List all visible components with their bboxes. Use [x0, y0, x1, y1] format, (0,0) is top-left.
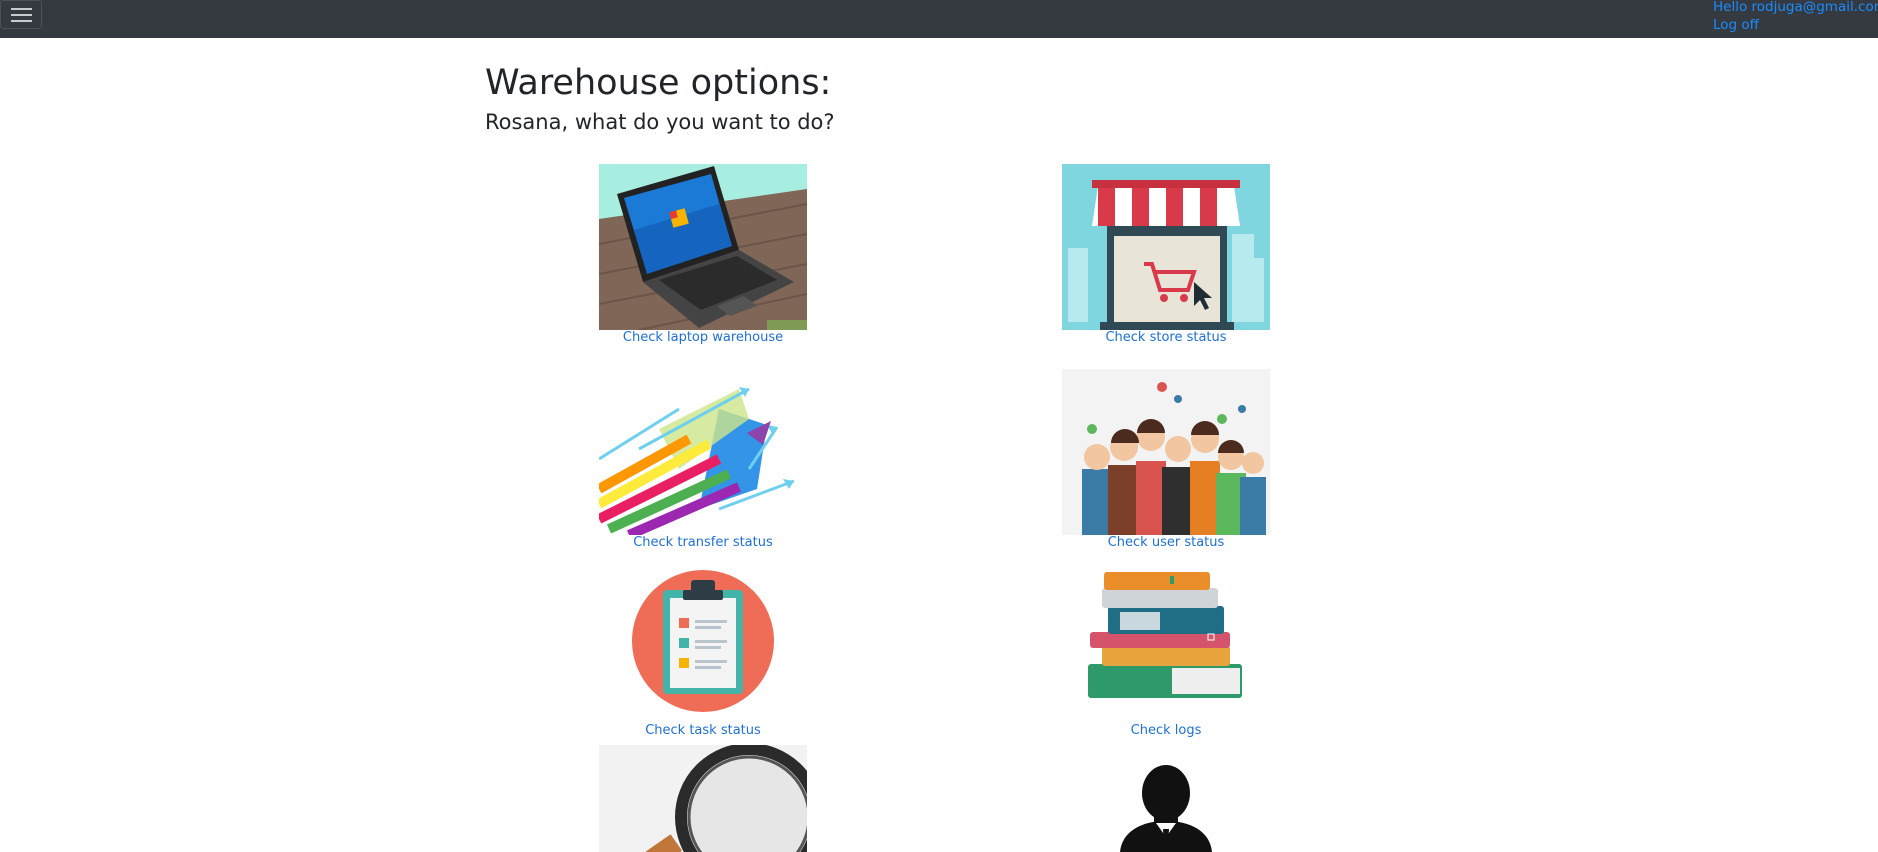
page-title: Warehouse options:	[485, 63, 832, 103]
option-transfer-status[interactable]: Check transfer status	[599, 369, 807, 550]
user-menu: Hello rodjuga@gmail.com! Log off	[1713, 0, 1878, 34]
account-link[interactable]: Hello rodjuga@gmail.com!	[1713, 0, 1878, 16]
transfer-arrows-image	[599, 369, 807, 535]
option-laptop-warehouse[interactable]: Check laptop warehouse	[599, 164, 807, 345]
page-subtitle: Rosana, what do you want to do?	[485, 110, 835, 134]
menu-toggle-button[interactable]	[0, 0, 42, 29]
hamburger-icon	[11, 8, 32, 10]
option-label[interactable]: Check logs	[1022, 723, 1310, 738]
laptop-image	[599, 164, 807, 330]
magnifier-image	[599, 745, 807, 852]
users-group-image	[1062, 369, 1270, 535]
option-user-status[interactable]: Check user status	[1062, 369, 1270, 550]
option-search[interactable]	[599, 745, 807, 852]
logoff-link[interactable]: Log off	[1713, 16, 1878, 34]
option-label[interactable]: Check transfer status	[559, 535, 847, 550]
option-logs[interactable]: Check logs	[1062, 568, 1270, 738]
option-task-status[interactable]: Check task status	[599, 568, 807, 738]
clipboard-tasks-image	[599, 568, 807, 718]
option-store-status[interactable]: Check store status	[1062, 164, 1270, 345]
top-navbar: Hello rodjuga@gmail.com! Log off	[0, 0, 1878, 38]
option-label[interactable]: Check laptop warehouse	[559, 330, 847, 345]
businessman-silhouette-image	[1062, 745, 1270, 852]
option-label[interactable]: Check user status	[1022, 535, 1310, 550]
option-label[interactable]: Check task status	[559, 723, 847, 738]
option-label[interactable]: Check store status	[1022, 330, 1310, 345]
option-profile[interactable]	[1062, 745, 1270, 852]
store-image	[1062, 164, 1270, 330]
stacked-books-image	[1062, 568, 1270, 718]
